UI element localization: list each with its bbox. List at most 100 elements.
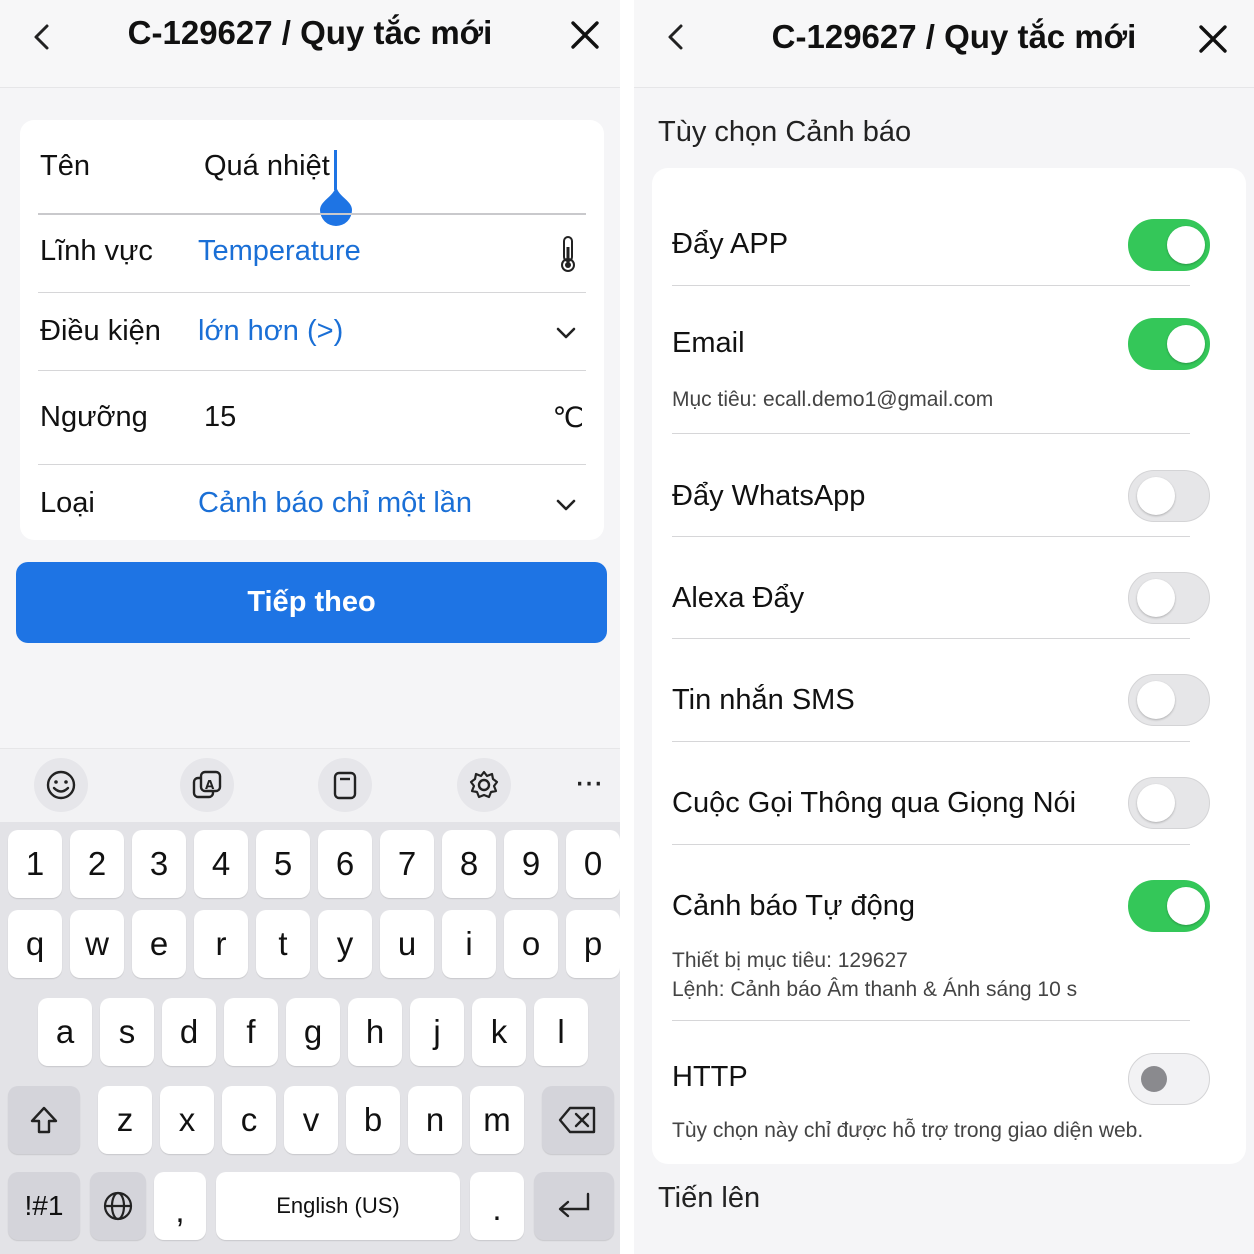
- auto-alert-label: Cảnh báo Tự động: [672, 890, 916, 922]
- key-0[interactable]: 0: [566, 830, 620, 898]
- key-p[interactable]: p: [566, 910, 620, 978]
- field-row[interactable]: Lĩnh vực Temperature: [38, 215, 586, 293]
- name-row: Tên Quá nhiệt: [38, 120, 586, 226]
- keyboard: 1234567890 qwertyuiop asdfghjkl zxcvbnm …: [0, 822, 620, 1254]
- svg-text:A: A: [205, 778, 215, 792]
- key-x[interactable]: x: [160, 1086, 214, 1154]
- shift-icon: [30, 1106, 58, 1134]
- header-bar: C-129627 / Quy tắc mới: [634, 0, 1254, 88]
- comma-key[interactable]: ,: [154, 1172, 206, 1240]
- whatsapp-label: Đẩy WhatsApp: [672, 480, 866, 512]
- sms-label: Tin nhắn SMS: [672, 684, 855, 716]
- field-value[interactable]: Temperature: [198, 235, 361, 268]
- enter-icon: [558, 1192, 590, 1218]
- space-key[interactable]: English (US): [216, 1172, 460, 1240]
- key-a[interactable]: a: [38, 998, 92, 1066]
- key-7[interactable]: 7: [380, 830, 434, 898]
- key-z[interactable]: z: [98, 1086, 152, 1154]
- globe-icon: [103, 1191, 133, 1221]
- threshold-row: Ngưỡng 15 ℃: [38, 371, 586, 465]
- key-2[interactable]: 2: [70, 830, 124, 898]
- chevron-down-icon[interactable]: [554, 321, 578, 345]
- key-w[interactable]: w: [70, 910, 124, 978]
- auto-alert-toggle[interactable]: [1128, 880, 1210, 932]
- push-app-toggle[interactable]: [1128, 219, 1210, 271]
- email-toggle[interactable]: [1128, 318, 1210, 370]
- key-n[interactable]: n: [408, 1086, 462, 1154]
- threshold-input[interactable]: 15: [204, 401, 236, 434]
- whatsapp-toggle[interactable]: [1128, 470, 1210, 522]
- toggle-knob: [1137, 784, 1175, 822]
- condition-row[interactable]: Điều kiện lớn hơn (>): [38, 293, 586, 371]
- condition-label: Điều kiện: [40, 315, 161, 347]
- chevron-down-icon[interactable]: [554, 493, 578, 517]
- push-app-label: Đẩy APP: [672, 228, 789, 260]
- key-r[interactable]: r: [194, 910, 248, 978]
- key-v[interactable]: v: [284, 1086, 338, 1154]
- key-o[interactable]: o: [504, 910, 558, 978]
- key-q[interactable]: q: [8, 910, 62, 978]
- settings-button[interactable]: [457, 758, 511, 812]
- key-8[interactable]: 8: [442, 830, 496, 898]
- target-device-text: Thiết bị mục tiêu: 129627: [672, 949, 908, 972]
- toggle-knob: [1137, 477, 1175, 515]
- next-section-title: Tiến lên: [658, 1182, 761, 1214]
- key-y[interactable]: y: [318, 910, 372, 978]
- more-options-icon[interactable]: ···: [574, 763, 604, 802]
- emoji-button[interactable]: [34, 758, 88, 812]
- close-icon[interactable]: [1196, 22, 1230, 56]
- key-s[interactable]: s: [100, 998, 154, 1066]
- condition-dropdown[interactable]: lớn hơn (>): [198, 315, 343, 348]
- key-d[interactable]: d: [162, 998, 216, 1066]
- key-1[interactable]: 1: [8, 830, 62, 898]
- name-input[interactable]: Quá nhiệt: [204, 150, 330, 183]
- email-target-text: Mục tiêu: ecall.demo1@gmail.com: [672, 388, 994, 411]
- voice-call-toggle[interactable]: [1128, 777, 1210, 829]
- key-4[interactable]: 4: [194, 830, 248, 898]
- backspace-key[interactable]: [542, 1086, 614, 1154]
- new-rule-form-screen: C-129627 / Quy tắc mới Tên Quá nhiệt Lĩn…: [0, 0, 620, 1254]
- type-label: Loại: [40, 487, 95, 519]
- key-i[interactable]: i: [442, 910, 496, 978]
- clipboard-icon: [333, 771, 357, 800]
- key-g[interactable]: g: [286, 998, 340, 1066]
- name-label: Tên: [40, 150, 90, 182]
- key-t[interactable]: t: [256, 910, 310, 978]
- thermometer-icon: [561, 236, 575, 272]
- key-3[interactable]: 3: [132, 830, 186, 898]
- key-l[interactable]: l: [534, 998, 588, 1066]
- key-h[interactable]: h: [348, 998, 402, 1066]
- key-6[interactable]: 6: [318, 830, 372, 898]
- period-key[interactable]: .: [470, 1172, 524, 1240]
- type-row[interactable]: Loại Cảnh báo chỉ một lần: [38, 465, 586, 540]
- close-icon[interactable]: [568, 18, 602, 52]
- key-c[interactable]: c: [222, 1086, 276, 1154]
- sticker-button[interactable]: A: [180, 758, 234, 812]
- language-key[interactable]: [90, 1172, 146, 1240]
- key-m[interactable]: m: [470, 1086, 524, 1154]
- key-j[interactable]: j: [410, 998, 464, 1066]
- sms-toggle[interactable]: [1128, 674, 1210, 726]
- toggle-knob: [1137, 681, 1175, 719]
- type-dropdown[interactable]: Cảnh báo chỉ một lần: [198, 487, 472, 520]
- voice-call-label: Cuộc Gọi Thông qua Giọng Nói: [672, 787, 1077, 819]
- key-f[interactable]: f: [224, 998, 278, 1066]
- section-title: Tùy chọn Cảnh báo: [658, 116, 912, 148]
- email-label: Email: [672, 327, 745, 359]
- toggle-knob: [1167, 325, 1205, 363]
- key-5[interactable]: 5: [256, 830, 310, 898]
- key-9[interactable]: 9: [504, 830, 558, 898]
- clipboard-button[interactable]: [318, 758, 372, 812]
- shift-key[interactable]: [8, 1086, 80, 1154]
- next-button[interactable]: Tiếp theo: [16, 562, 607, 643]
- symbols-key[interactable]: !#1: [8, 1172, 80, 1240]
- command-text: Lệnh: Cảnh báo Âm thanh & Ánh sáng 10 s: [672, 978, 1078, 1001]
- key-e[interactable]: e: [132, 910, 186, 978]
- alexa-toggle[interactable]: [1128, 572, 1210, 624]
- enter-key[interactable]: [534, 1172, 614, 1240]
- key-b[interactable]: b: [346, 1086, 400, 1154]
- alexa-label: Alexa Đẩy: [672, 582, 805, 614]
- key-u[interactable]: u: [380, 910, 434, 978]
- gear-icon: [469, 770, 499, 799]
- key-k[interactable]: k: [472, 998, 526, 1066]
